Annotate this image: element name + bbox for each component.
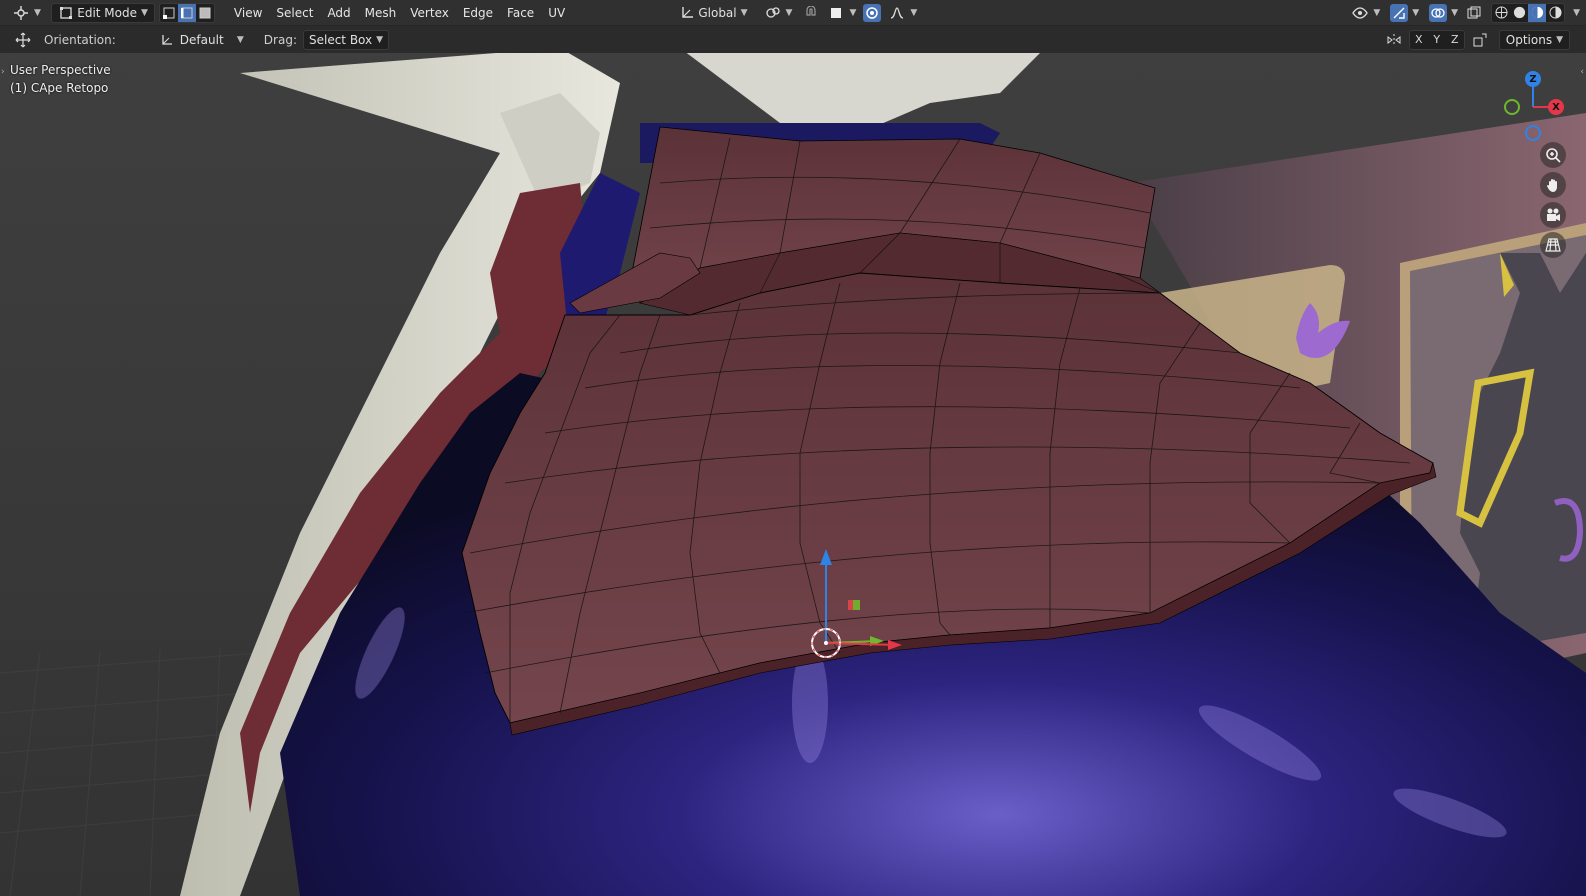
orientation-label: Orientation: <box>44 32 116 47</box>
proportional-editing-icon[interactable] <box>863 3 882 22</box>
editor-type-icon <box>12 4 30 22</box>
gizmo-icon <box>1390 3 1409 22</box>
snap-target-selector[interactable]: ▼ <box>824 3 859 23</box>
drag-dropdown[interactable]: Select Box ▼ <box>302 29 390 50</box>
face-select-icon[interactable] <box>196 4 214 22</box>
editor-type-selector[interactable]: ▼ <box>6 3 47 23</box>
orientation-dropdown-value: Default <box>179 32 224 47</box>
overlays-toggle[interactable]: ▼ <box>1426 3 1461 23</box>
chevron-down-icon: ▼ <box>1556 34 1563 45</box>
drag-dropdown-value: Select Box <box>308 32 373 47</box>
gizmo-x-axis[interactable]: X <box>1548 99 1564 115</box>
wireframe-shading-icon[interactable] <box>1492 4 1510 22</box>
transform-orientation-selector[interactable]: Global ▼ <box>674 3 754 23</box>
gizmo-neg-y-axis[interactable] <box>1504 99 1520 115</box>
mirror-axis-y[interactable]: Y <box>1428 31 1446 49</box>
chevron-down-icon: ▼ <box>376 34 384 45</box>
shading-mode-group <box>1491 2 1566 23</box>
mode-selector[interactable]: Edit Mode ▼ <box>50 2 155 23</box>
chevron-down-icon: ▼ <box>34 7 41 18</box>
gizmo-neg-z-axis[interactable] <box>1525 125 1541 141</box>
chevron-down-icon: ▼ <box>141 7 148 18</box>
falloff-curve-icon <box>888 4 906 22</box>
chevron-down-icon: ▼ <box>236 34 244 45</box>
3d-viewport[interactable]: › ‹ User Perspective (1) CApe Retopo Z X <box>0 53 1586 896</box>
move-tool-icon <box>14 31 32 49</box>
menu-vertex[interactable]: Vertex <box>403 3 456 23</box>
mirror-axis-group: X Y Z <box>1408 29 1465 50</box>
snap-increment-icon <box>827 4 845 22</box>
auto-merge-icon[interactable] <box>1471 31 1489 49</box>
gizmo-toggle[interactable]: ▼ <box>1387 3 1422 23</box>
pan-hand-icon[interactable] <box>1540 172 1566 198</box>
mode-label: Edit Mode <box>77 5 137 20</box>
navigation-gizmo[interactable]: Z X <box>1498 63 1568 143</box>
mirror-axis-x[interactable]: X <box>1410 31 1428 49</box>
orientation-default-icon <box>158 31 176 49</box>
gizmo-z-axis[interactable]: Z <box>1525 71 1541 87</box>
chevron-down-icon: ▼ <box>1451 7 1459 18</box>
sidebar-expand-arrow-icon[interactable]: ‹ <box>1580 67 1584 77</box>
orientation-axes-icon <box>680 4 695 22</box>
viewport-scene <box>0 53 1586 896</box>
snap-icon[interactable] <box>802 4 820 22</box>
rendered-shading-icon[interactable] <box>1546 4 1564 22</box>
viewport-info: User Perspective (1) CApe Retopo <box>10 61 111 97</box>
mirror-axis-z[interactable]: Z <box>1446 31 1464 49</box>
chevron-down-icon: ▼ <box>1373 7 1381 18</box>
chevron-down-icon: ▼ <box>849 7 857 18</box>
edit-mode-icon <box>58 4 73 22</box>
visibility-selector[interactable]: ▼ <box>1348 3 1383 23</box>
menu-mesh[interactable]: Mesh <box>358 3 404 23</box>
zoom-icon[interactable] <box>1540 142 1566 168</box>
options-label: Options <box>1505 32 1553 47</box>
header-bar: ▼ Edit Mode ▼ View Select Add Mesh Verte… <box>0 0 1586 26</box>
eye-icon <box>1351 4 1369 22</box>
menu-view[interactable]: View <box>227 3 269 23</box>
orientation-value: Global <box>698 5 737 20</box>
tool-settings-bar: Orientation: Default ▼ Drag: Select Box … <box>0 26 1586 53</box>
chevron-down-icon: ▼ <box>1412 7 1420 18</box>
drag-label: Drag: <box>263 32 297 47</box>
orientation-dropdown[interactable]: Default ▼ <box>152 30 250 50</box>
overlays-icon <box>1429 3 1448 22</box>
select-mode-group <box>158 2 215 23</box>
menu-add[interactable]: Add <box>320 3 357 23</box>
chevron-down-icon: ▼ <box>740 7 748 18</box>
material-preview-shading-icon[interactable] <box>1528 3 1547 22</box>
active-object-name: (1) CApe Retopo <box>10 81 109 95</box>
menu-face[interactable]: Face <box>500 3 541 23</box>
mirror-options-icon[interactable] <box>1385 31 1403 49</box>
pivot-point-selector[interactable]: ▼ <box>758 3 799 23</box>
header-menu: View Select Add Mesh Vertex Edge Face UV <box>227 3 572 23</box>
menu-select[interactable]: Select <box>269 3 320 23</box>
toolbar-expand-arrow-icon[interactable]: › <box>1 67 5 77</box>
xray-toggle-icon[interactable] <box>1465 4 1483 22</box>
vertex-select-icon[interactable] <box>160 4 178 22</box>
menu-uv[interactable]: UV <box>541 3 572 23</box>
proportional-falloff-selector[interactable]: ▼ <box>885 3 920 23</box>
pivot-point-icon <box>764 4 782 22</box>
camera-view-icon[interactable] <box>1540 202 1566 228</box>
view-name: User Perspective <box>10 63 111 77</box>
chevron-down-icon: ▼ <box>910 7 918 18</box>
menu-edge[interactable]: Edge <box>456 3 500 23</box>
solid-shading-icon[interactable] <box>1510 4 1528 22</box>
options-dropdown[interactable]: Options ▼ <box>1498 29 1570 50</box>
edge-select-icon[interactable] <box>177 3 196 22</box>
perspective-grid-icon[interactable] <box>1540 232 1566 258</box>
shading-options-chevron-icon[interactable]: ▼ <box>1573 8 1580 18</box>
chevron-down-icon: ▼ <box>785 7 793 18</box>
